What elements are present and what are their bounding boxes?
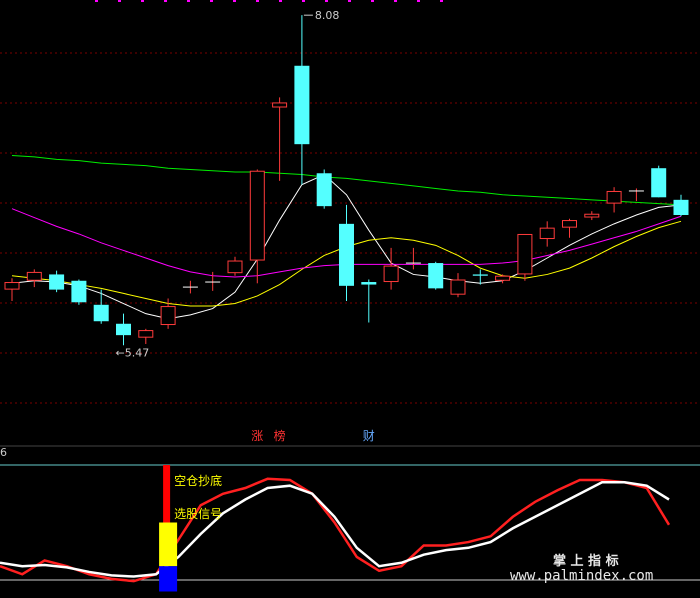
candle-body <box>539 227 555 240</box>
candle <box>182 280 198 294</box>
candle-body <box>606 190 622 204</box>
candle <box>26 269 42 288</box>
candle <box>517 233 533 281</box>
candle <box>428 261 444 290</box>
candle-body <box>495 275 511 281</box>
candle <box>651 165 667 198</box>
candle <box>49 270 65 293</box>
candle <box>562 218 577 238</box>
candle <box>539 221 555 247</box>
price-annotation: 8.08 <box>315 9 340 22</box>
indicator-label: 6 <box>0 446 7 459</box>
stock-chart: 8.08 ←5.47 涨榜 财 6 空仓抄底选股信号 掌 上 指 标www.palmin… <box>0 0 700 592</box>
candle-body <box>428 263 444 289</box>
candle-body <box>383 265 399 283</box>
candle <box>294 15 310 185</box>
event-marker: 涨 <box>251 428 263 443</box>
candle <box>4 278 20 301</box>
candle-body <box>472 274 488 276</box>
candle-body <box>272 102 288 108</box>
candle-body <box>160 306 176 326</box>
price-annotation: ←5.47 <box>116 346 150 359</box>
candle-body <box>227 260 243 274</box>
candle <box>606 187 622 213</box>
candle-body <box>450 279 466 295</box>
candle <box>316 169 332 209</box>
candle-body <box>116 323 131 336</box>
candle <box>116 313 131 346</box>
ma-line-3 <box>11 155 682 206</box>
candle-body <box>651 168 667 198</box>
candle-body <box>517 233 533 275</box>
candle-body <box>4 282 20 290</box>
candle-body <box>361 282 377 285</box>
candle-body <box>339 223 354 286</box>
candle <box>584 211 600 221</box>
candle <box>93 289 109 324</box>
candle-body <box>249 170 265 261</box>
watermark: 掌 上 指 标www.palmindex.com <box>510 553 653 584</box>
signal-bar-segment-0 <box>163 465 171 523</box>
watermark-title: 掌 上 指 标 <box>553 553 619 569</box>
candle <box>383 247 399 290</box>
candle <box>272 97 288 181</box>
candle-body <box>26 271 42 281</box>
candle-body <box>138 330 154 338</box>
candle <box>361 279 377 323</box>
candle <box>673 194 689 217</box>
signal-bar-segment-1 <box>159 522 178 567</box>
candle <box>227 256 243 276</box>
candle-body <box>562 220 577 228</box>
candle <box>71 279 87 305</box>
candle <box>339 204 354 301</box>
candle <box>495 274 511 284</box>
candle <box>138 328 154 344</box>
event-marker: 财 <box>363 429 375 443</box>
candle-body <box>316 173 332 207</box>
candle <box>628 188 644 202</box>
event-marker: 榜 <box>274 428 286 443</box>
candle <box>405 247 421 270</box>
candle-body <box>49 274 65 290</box>
candle-body <box>71 280 87 303</box>
price-grid <box>0 0 700 447</box>
candle <box>450 273 466 298</box>
signal-label: 选股信号 <box>174 507 222 521</box>
candle-body <box>93 304 109 322</box>
candle-body <box>673 199 689 215</box>
candle-body <box>584 213 600 218</box>
price-annotations: 8.08 ←5.47 涨榜 财 <box>116 9 375 443</box>
candle-body <box>294 65 310 145</box>
signal-label: 空仓抄底 <box>174 473 222 488</box>
watermark-url: www.palmindex.com <box>510 568 653 584</box>
signal-bar-segment-2 <box>159 566 178 592</box>
candle <box>160 298 176 329</box>
